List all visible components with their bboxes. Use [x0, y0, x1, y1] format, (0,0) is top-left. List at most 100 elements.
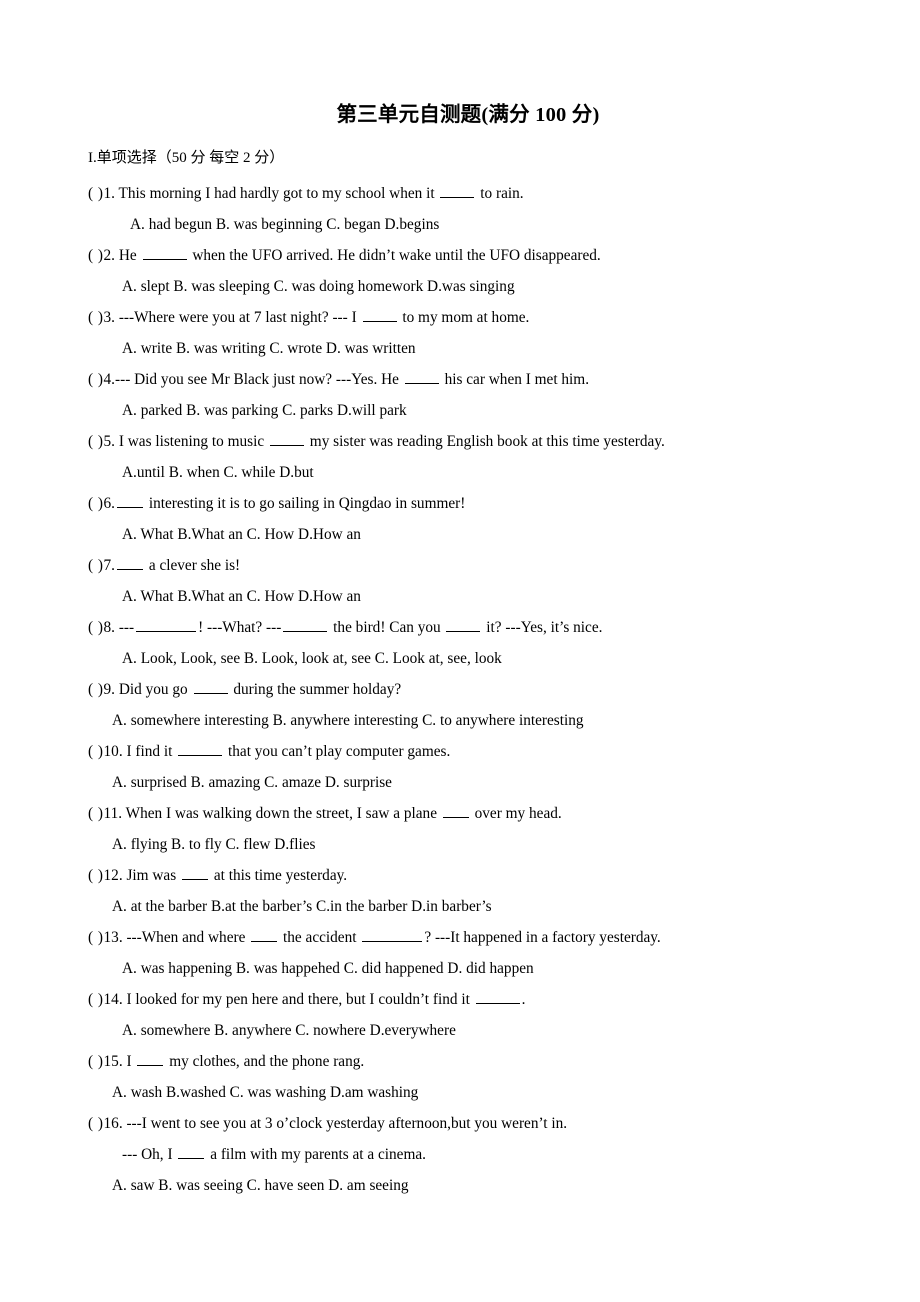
question-options: A. write B. was writing C. wrote D. was … — [122, 340, 416, 357]
answer-blank[interactable] — [442, 803, 469, 818]
answer-blank[interactable] — [251, 927, 278, 942]
question-options: A. at the barber B.at the barber’s C.in … — [112, 898, 492, 915]
question-stem: ( )15. I my clothes, and the phone rang. — [88, 1046, 858, 1077]
stem-text-before: ---Where were you at 7 last night? --- I — [115, 309, 361, 326]
stem-text-part: --- — [115, 619, 135, 636]
stem-text-before: I find it — [122, 743, 177, 760]
question-item: ( )10. I find it that you can’t play com… — [88, 736, 858, 798]
answer-bracket[interactable]: ( ) — [88, 433, 104, 450]
question-options: A. Look, Look, see B. Look, look at, see… — [122, 650, 502, 667]
answer-blank[interactable] — [269, 431, 304, 446]
answer-blank[interactable] — [117, 555, 143, 570]
question-number: 1. — [103, 185, 115, 202]
answer-blank[interactable] — [193, 679, 228, 694]
question-number: 9. — [103, 681, 115, 698]
stem-text-after: . — [521, 991, 526, 1008]
stem-text-part: the bird! Can you — [329, 619, 445, 636]
answer-bracket[interactable]: ( ) — [88, 929, 104, 946]
worksheet-page: 第三单元自测题(满分 100 分) I.单项选择（50 分 每空 2 分） ( … — [0, 0, 920, 1302]
answer-blank[interactable] — [362, 927, 423, 942]
question-options: A. saw B. was seeing C. have seen D. am … — [112, 1177, 409, 1194]
question-number: 3. — [103, 309, 115, 326]
stem-text-part: the accident — [279, 929, 361, 946]
question-item: ( )1. This morning I had hardly got to m… — [88, 178, 858, 240]
question-number: 15. — [103, 1053, 123, 1070]
answer-blank[interactable] — [136, 617, 197, 632]
question-item: ( )14. I looked for my pen here and ther… — [88, 984, 858, 1046]
stem-text-part: it? ---Yes, it’s nice. — [482, 619, 603, 636]
answer-bracket[interactable]: ( ) — [88, 185, 104, 202]
answer-bracket[interactable]: ( ) — [88, 681, 104, 698]
answer-bracket[interactable]: ( ) — [88, 495, 104, 512]
answer-bracket[interactable]: ( ) — [88, 743, 104, 760]
section-heading: I.单项选择（50 分 每空 2 分） — [88, 150, 285, 166]
question-sub-line: --- Oh, I a film with my parents at a ci… — [88, 1139, 858, 1170]
question-stem: ( )8. --- ! ---What? --- the bird! Can yo… — [88, 612, 858, 643]
stem-text-before: I was listening to music — [115, 433, 268, 450]
question-item: ( )2. He when the UFO arrived. He didn’t… — [88, 240, 858, 302]
question-list: ( )1. This morning I had hardly got to m… — [88, 178, 858, 1201]
question-stem: ( )4.--- Did you see Mr Black just now? … — [88, 364, 858, 395]
question-stem: ( )1. This morning I had hardly got to m… — [88, 178, 858, 209]
answer-blank[interactable] — [475, 989, 520, 1004]
answer-bracket[interactable]: ( ) — [88, 371, 104, 388]
sub-text-after: a film with my parents at a cinema. — [206, 1146, 426, 1163]
question-stem: ( )7. a clever she is! — [88, 550, 858, 581]
stem-text-part: ---When and where — [122, 929, 250, 946]
stem-text-before: When I was walking down the street, I sa… — [122, 805, 441, 822]
answer-blank[interactable] — [283, 617, 328, 632]
question-number: 6. — [103, 495, 115, 512]
question-stem: ( )13. ---When and where the accident ? … — [88, 922, 858, 953]
sub-text-before: --- Oh, I — [122, 1146, 177, 1163]
stem-text-after: when the UFO arrived. He didn’t wake unt… — [188, 247, 601, 264]
question-options: A. somewhere interesting B. anywhere int… — [112, 712, 584, 729]
question-item: ( )16. ---I went to see you at 3 o’clock… — [88, 1108, 858, 1201]
question-stem: ( )9. Did you go during the summer holda… — [88, 674, 858, 705]
stem-text-part: ! ---What? --- — [198, 619, 282, 636]
question-stem: ( )14. I looked for my pen here and ther… — [88, 984, 858, 1015]
stem-text-before: Did you go — [115, 681, 192, 698]
question-item: ( )3. ---Where were you at 7 last night?… — [88, 302, 858, 364]
answer-blank[interactable] — [362, 307, 397, 322]
question-number: 8. — [103, 619, 115, 636]
answer-blank[interactable] — [137, 1051, 164, 1066]
question-number: 5. — [103, 433, 115, 450]
stem-text-before: ---I went to see you at 3 o’clock yester… — [122, 1115, 568, 1132]
answer-bracket[interactable]: ( ) — [88, 1053, 104, 1070]
stem-text-before: I looked for my pen here and there, but … — [122, 991, 474, 1008]
answer-bracket[interactable]: ( ) — [88, 619, 104, 636]
stem-text-before: Jim was — [122, 867, 181, 884]
answer-blank[interactable] — [178, 1144, 205, 1159]
stem-text-after: at this time yesterday. — [210, 867, 348, 884]
answer-bracket[interactable]: ( ) — [88, 309, 104, 326]
answer-blank[interactable] — [446, 617, 481, 632]
question-options: A. What B.What an C. How D.How an — [122, 588, 361, 605]
question-item: ( )7. a clever she is! A. What B.What an… — [88, 550, 858, 612]
answer-blank[interactable] — [117, 493, 143, 508]
stem-text-part: ? ---It happened in a factory yesterday. — [424, 929, 661, 946]
answer-blank[interactable] — [142, 245, 187, 260]
question-number: 16. — [103, 1115, 123, 1132]
question-item: ( )6. interesting it is to go sailing in… — [88, 488, 858, 550]
question-item: ( )8. --- ! ---What? --- the bird! Can yo… — [88, 612, 858, 674]
question-number: 4. — [103, 371, 115, 388]
answer-bracket[interactable]: ( ) — [88, 557, 104, 574]
answer-bracket[interactable]: ( ) — [88, 867, 104, 884]
answer-bracket[interactable]: ( ) — [88, 1115, 104, 1132]
answer-blank[interactable] — [404, 369, 439, 384]
question-stem: ( )11. When I was walking down the stree… — [88, 798, 858, 829]
stem-text-after: to rain. — [476, 185, 524, 202]
question-number: 2. — [103, 247, 115, 264]
answer-bracket[interactable]: ( ) — [88, 805, 104, 822]
answer-blank[interactable] — [182, 865, 209, 880]
answer-blank[interactable] — [440, 183, 475, 198]
question-item: ( )9. Did you go during the summer holda… — [88, 674, 858, 736]
question-item: ( )12. Jim was at this time yesterday. A… — [88, 860, 858, 922]
stem-text-after: my sister was reading English book at th… — [305, 433, 665, 450]
question-number: 12. — [103, 867, 123, 884]
answer-blank[interactable] — [178, 741, 223, 756]
answer-bracket[interactable]: ( ) — [88, 991, 104, 1008]
question-options: A. somewhere B. anywhere C. nowhere D.ev… — [122, 1022, 456, 1039]
question-number: 13. — [103, 929, 123, 946]
answer-bracket[interactable]: ( ) — [88, 247, 104, 264]
